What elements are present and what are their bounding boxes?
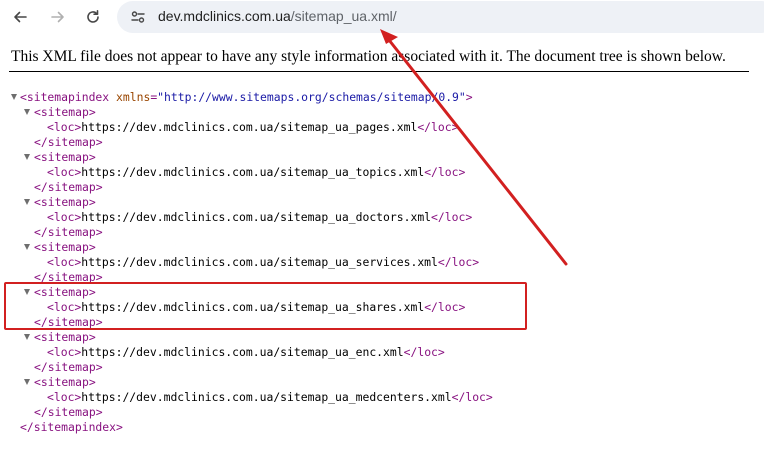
annotation-arrow [380, 29, 568, 266]
